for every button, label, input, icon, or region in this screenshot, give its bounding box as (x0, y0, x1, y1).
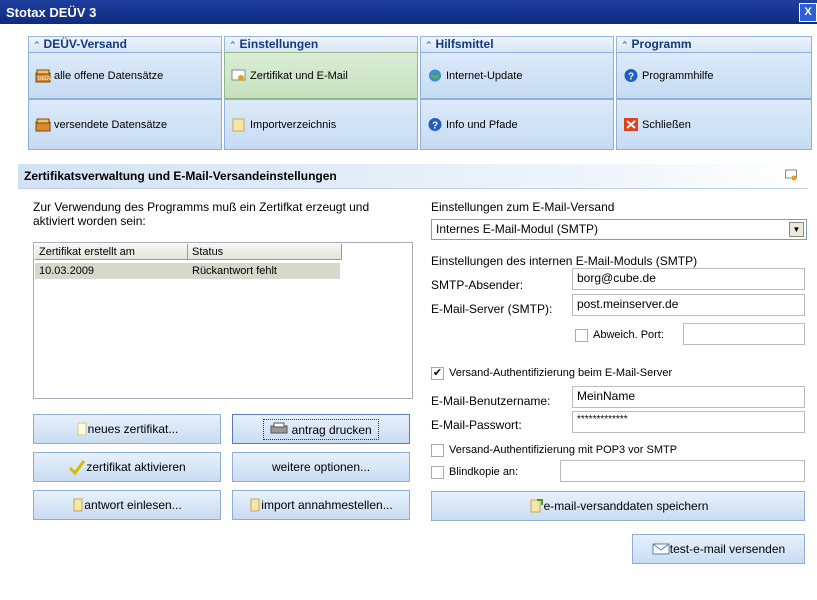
auth-checkbox[interactable]: ✔ (431, 367, 444, 380)
custom-port-label: Abweich. Port: (593, 329, 664, 341)
read-reply-button[interactable]: antwort einlesen... (33, 490, 221, 520)
document-icon (77, 422, 87, 436)
internal-module-label: Einstellungen des internen E-Mail-Moduls… (431, 254, 698, 268)
close-button[interactable]: X (799, 3, 817, 22)
print-request-button[interactable]: antrag drucken (232, 414, 410, 444)
new-certificate-button[interactable]: neues zertifikat... (33, 414, 221, 444)
password-field[interactable]: ************* (572, 411, 805, 433)
svg-text:DEÜV: DEÜV (38, 75, 51, 82)
ribbon: ⌃ DEÜV-Versand DEÜV alle offene Datensätz… (28, 36, 812, 150)
ribbon-button-close[interactable]: Schließen (616, 99, 812, 150)
chevron-up-icon: ⌃ (621, 40, 629, 50)
sender-label: SMTP-Absender: (431, 278, 524, 292)
envelope-icon (652, 543, 670, 555)
column-header-status[interactable]: Status (188, 244, 342, 260)
certificate-table[interactable]: Zertifikat erstellt am Status 10.03.2009… (33, 242, 413, 399)
auth-label: Versand-Authentifizierung beim E-Mail-Se… (449, 367, 673, 379)
group-programm: ⌃ Programm ? Programmhilfe Schließen (616, 36, 812, 150)
cell-status: Rückantwort fehlt (192, 265, 277, 277)
certificate-icon (231, 69, 246, 81)
panel-header: Zertifikatsverwaltung und E-Mail-Versand… (18, 164, 808, 189)
chevron-up-icon: ⌃ (229, 40, 237, 50)
group-deuev-versand: ⌃ DEÜV-Versand DEÜV alle offene Datensätz… (28, 36, 222, 150)
activate-certificate-button[interactable]: zertifikat aktivieren (33, 452, 221, 482)
help-icon: ? (624, 69, 638, 83)
server-field[interactable]: post.meinserver.de (572, 294, 805, 316)
port-field[interactable] (683, 323, 805, 345)
server-label: E-Mail-Server (SMTP): (431, 302, 553, 316)
cert-intro-line2: aktiviert worden sein: (33, 214, 146, 228)
certificate-icon (785, 169, 797, 181)
help-icon: ? (428, 118, 442, 132)
ribbon-button-internet-update[interactable]: Internet-Update (420, 52, 614, 99)
group-title: Programm (631, 37, 692, 51)
group-title: Einstellungen (239, 37, 319, 51)
chevron-down-icon[interactable]: ▼ (789, 222, 804, 237)
ribbon-button-certificate-email[interactable]: Zertifikat und E-Mail (224, 52, 418, 99)
ribbon-button-sent-records[interactable]: versendete Datensätze (28, 99, 222, 150)
custom-port-checkbox[interactable] (575, 329, 588, 342)
archive-box-icon (35, 118, 51, 132)
ribbon-button-info-paths[interactable]: ? Info und Pfade (420, 99, 614, 150)
chevron-up-icon: ⌃ (33, 40, 41, 50)
bcc-field[interactable] (560, 460, 805, 482)
column-header-date[interactable]: Zertifikat erstellt am (35, 244, 188, 260)
email-section-label: Einstellungen zum E-Mail-Versand (431, 200, 615, 214)
checkmark-icon (69, 460, 86, 475)
password-label: E-Mail-Passwort: (431, 418, 522, 432)
bcc-label: Blindkopie an: (449, 466, 519, 478)
ribbon-button-program-help[interactable]: ? Programmhilfe (616, 52, 812, 99)
cell-date: 10.03.2009 (39, 265, 95, 277)
printer-icon (270, 422, 288, 433)
email-module-select[interactable]: Internes E-Mail-Modul (SMTP) ▼ (431, 219, 807, 240)
table-row[interactable]: 10.03.2009 Rückantwort fehlt (35, 263, 340, 279)
username-field[interactable]: MeinName (572, 386, 805, 408)
close-icon (624, 118, 638, 131)
panel-title: Zertifikatsverwaltung und E-Mail-Versand… (24, 169, 337, 183)
svg-text:?: ? (628, 72, 634, 83)
sender-field[interactable]: borg@cube.de (572, 268, 805, 290)
group-hilfsmittel: ⌃ Hilfsmittel Internet-Update ? Info und … (420, 36, 614, 150)
save-icon (530, 499, 543, 513)
chevron-up-icon: ⌃ (425, 40, 433, 50)
globe-icon (429, 69, 441, 82)
title-bar: Stotax DEÜV 3 X (0, 0, 817, 24)
group-title: DEÜV-Versand (43, 37, 127, 51)
user-label: E-Mail-Benutzername: (431, 394, 551, 408)
import-stations-button[interactable]: import annahmestellen... (232, 490, 410, 520)
send-test-email-button[interactable]: test-e-mail versenden (632, 534, 805, 564)
more-options-button[interactable]: weitere optionen... (232, 452, 410, 482)
window-title: Stotax DEÜV 3 (6, 5, 97, 20)
folder-icon (250, 498, 260, 512)
folder-icon (73, 498, 83, 512)
archive-box-icon: DEÜV (35, 69, 51, 83)
bcc-checkbox[interactable] (431, 466, 444, 479)
group-title: Hilfsmittel (435, 37, 494, 51)
pop3-checkbox[interactable] (431, 444, 444, 457)
cert-intro-line1: Zur Verwendung des Programms muß ein Zer… (33, 200, 370, 214)
save-email-settings-button[interactable]: e-mail-versanddaten speichern (431, 491, 805, 521)
group-einstellungen: ⌃ Einstellungen Zertifikat und E-Mail Imp… (224, 36, 418, 150)
ribbon-button-open-records[interactable]: DEÜV alle offene Datensätze (28, 52, 222, 99)
pop3-label: Versand-Authentifizierung mit POP3 vor S… (449, 444, 678, 456)
ribbon-button-import-directory[interactable]: Importverzeichnis (224, 99, 418, 150)
folder-icon (232, 118, 245, 132)
svg-text:?: ? (432, 121, 438, 132)
